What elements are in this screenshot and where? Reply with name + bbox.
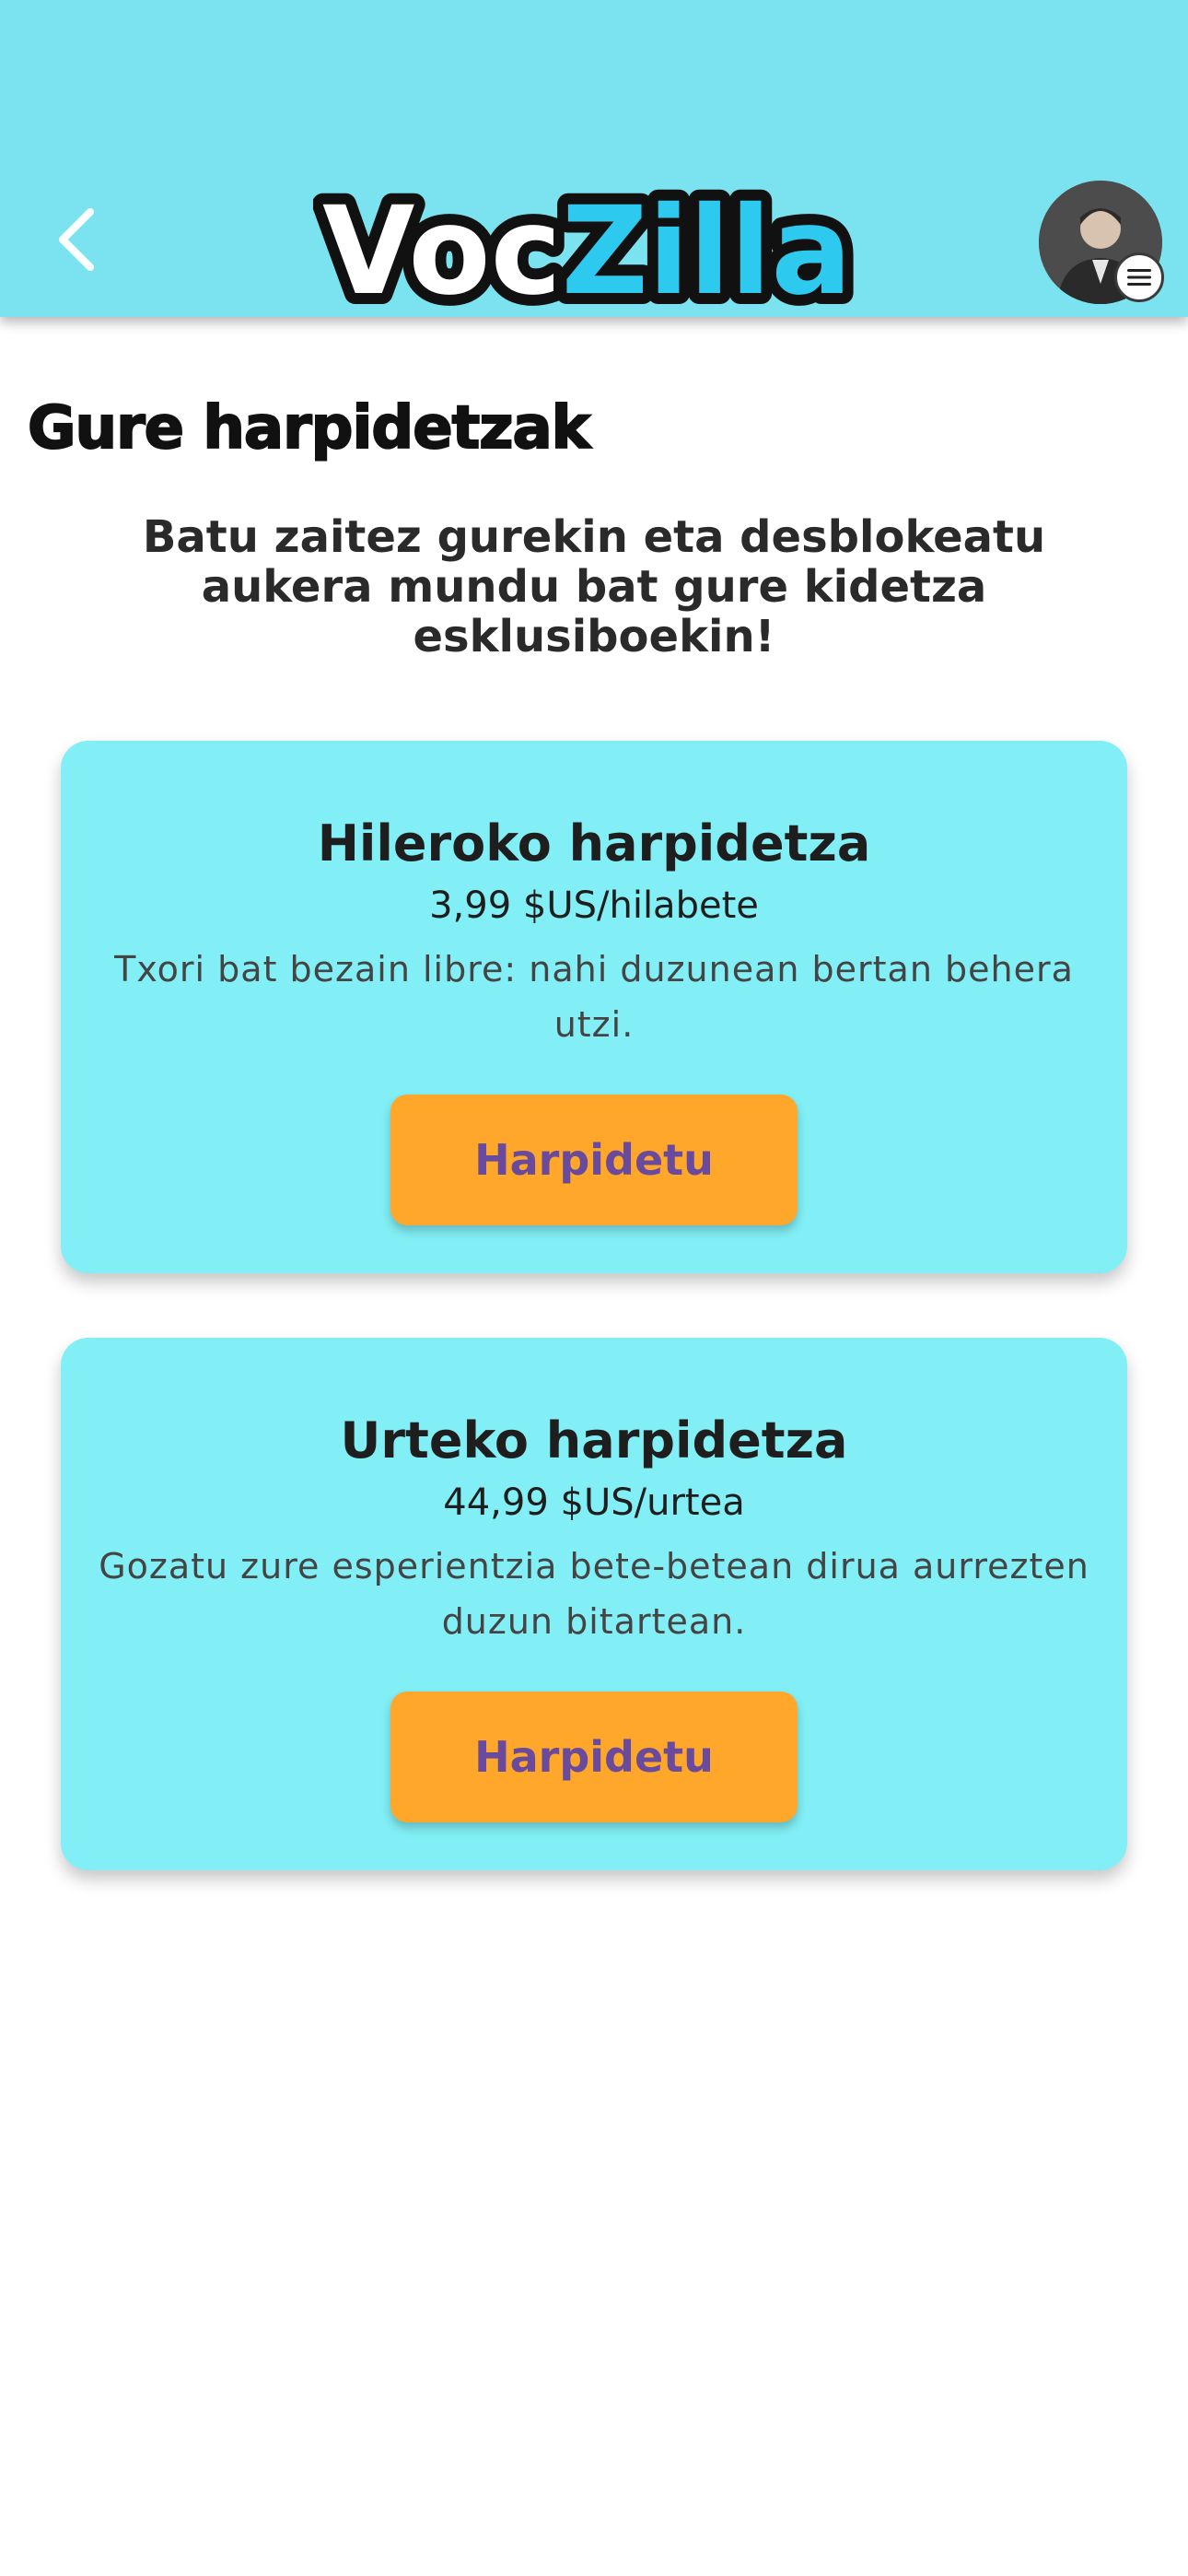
subscribe-button-monthly[interactable]: Harpidetu bbox=[390, 1095, 798, 1225]
plan-description: Gozatu zure esperientzia bete-betean dir… bbox=[99, 1546, 1089, 1642]
plan-card-monthly: Hileroko harpidetza 3,99 $US/hilabete Tx… bbox=[61, 741, 1127, 1273]
logo-text: VocZilla bbox=[322, 181, 852, 313]
plan-description: Txori bat bezain libre: nahi duzunean be… bbox=[114, 949, 1074, 1045]
plan-price: 3,99 $US/hilabete bbox=[429, 884, 759, 927]
voczilla-logo: VocZilla VocZilla bbox=[311, 170, 875, 334]
plan-title: Urteko harpidetza bbox=[340, 1411, 848, 1469]
hamburger-menu-icon bbox=[1127, 269, 1151, 286]
subscribe-button-yearly[interactable]: Harpidetu bbox=[390, 1692, 798, 1822]
menu-badge[interactable] bbox=[1114, 252, 1164, 302]
intro-text: Batu zaitez gurekin eta desblokeatu auke… bbox=[142, 511, 1046, 662]
app-header: VocZilla VocZilla bbox=[0, 0, 1188, 334]
back-button[interactable] bbox=[52, 205, 107, 275]
profile-menu-button[interactable] bbox=[1039, 181, 1164, 304]
chevron-left-icon bbox=[59, 208, 94, 271]
plan-price: 44,99 $US/urtea bbox=[443, 1481, 745, 1524]
plan-card-yearly: Urteko harpidetza 44,99 $US/urtea Gozatu… bbox=[61, 1338, 1127, 1870]
page-title: Gure harpidetzak bbox=[27, 393, 591, 463]
plan-title: Hileroko harpidetza bbox=[317, 814, 871, 872]
